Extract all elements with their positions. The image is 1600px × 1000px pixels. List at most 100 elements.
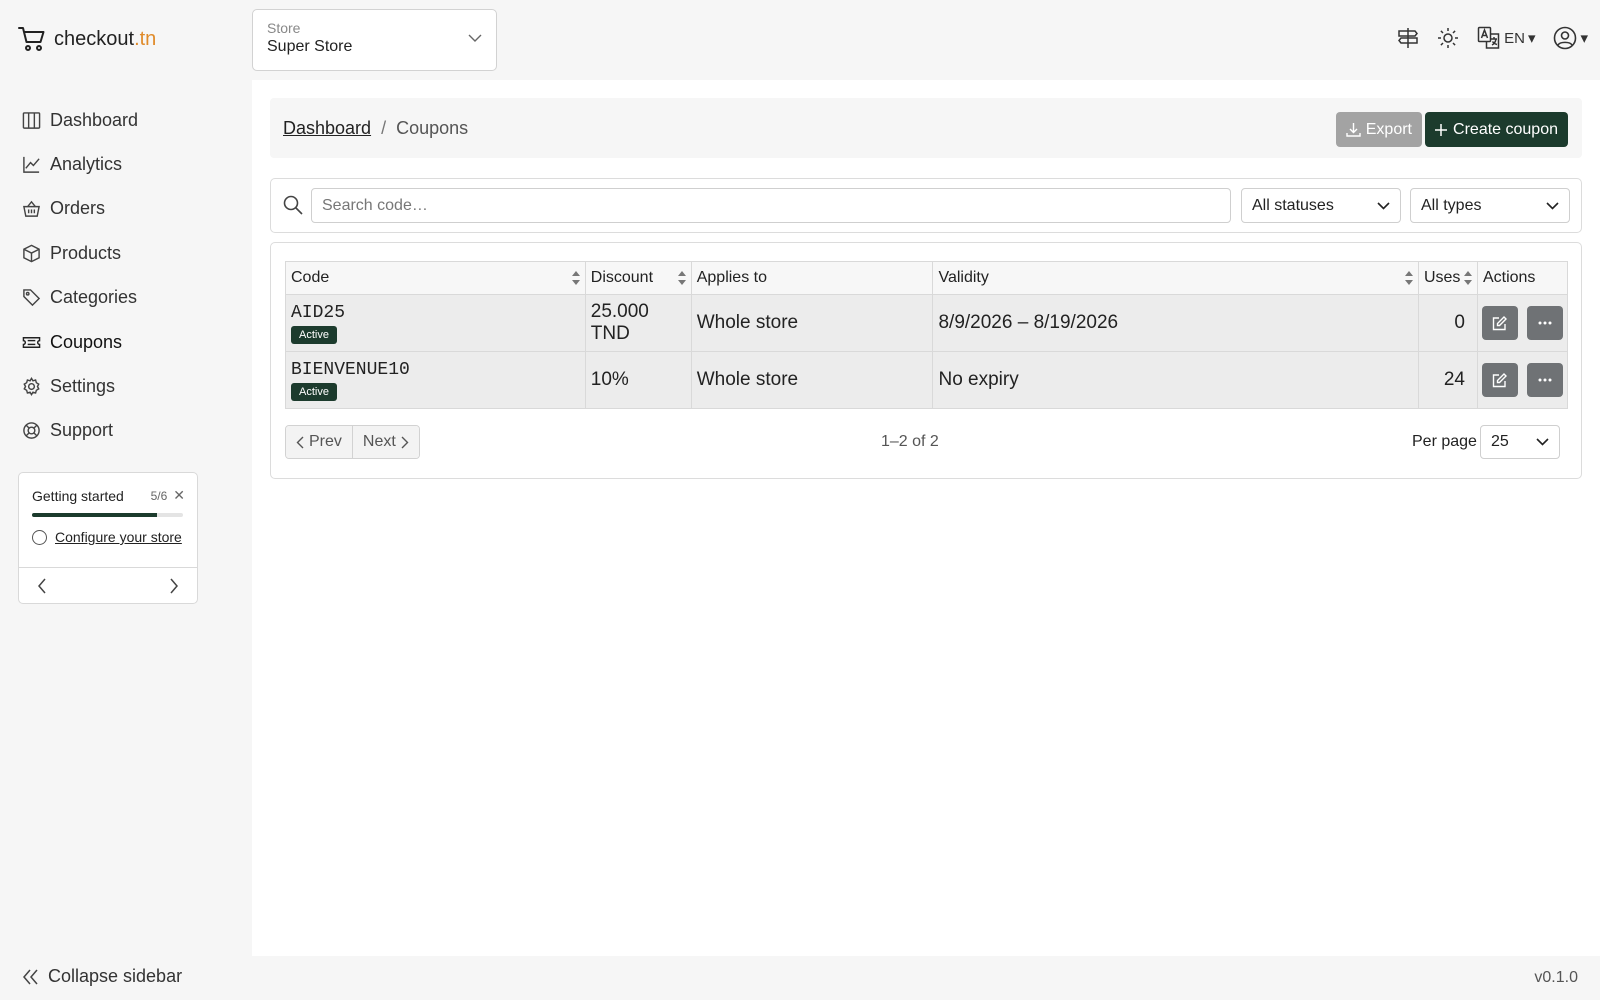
sidebar-item-label: Products [50,242,122,263]
ticket-icon [22,333,41,352]
caret-down-icon: ▾ [1527,30,1536,47]
breadcrumb-dashboard-link[interactable]: Dashboard [283,118,371,139]
status-badge: Active [291,325,337,344]
chevron-right-icon [401,436,409,449]
sidebar-item-products[interactable]: Products [0,231,252,275]
more-actions-button[interactable] [1526,306,1563,340]
sort-icon [1404,271,1413,285]
sidebar-item-label: Coupons [50,331,123,352]
type-filter-select[interactable]: All types [1410,188,1570,223]
prev-page-button[interactable]: Prev [286,426,352,458]
app-version: v0.1.0 [1534,969,1578,986]
store-select-label: Store [267,20,301,36]
chevron-down-icon [468,34,482,43]
pagination-range: 1–2 of 2 [881,433,939,450]
sidebar-item-categories[interactable]: Categories [0,276,252,320]
coupon-code-cell: BIENVENUE10 Active [285,351,586,409]
create-coupon-label: Create coupon [1453,120,1558,138]
status-filter-select[interactable]: All statuses [1241,188,1401,223]
edit-button[interactable] [1481,306,1518,340]
search-icon [283,195,303,215]
sort-icon [1463,271,1472,285]
task-link[interactable]: Configure your store [55,529,182,545]
coupon-uses: 0 [1417,294,1478,352]
more-horizontal-icon [1538,378,1552,382]
edit-button[interactable] [1481,363,1518,397]
column-header-validity[interactable]: Validity [932,261,1419,295]
sort-icon [571,271,580,285]
getting-started-header: Getting started 5/6 ✕ [32,487,185,504]
sidebar-item-label: Orders [50,198,106,219]
coupon-applies-to: Whole store [690,294,934,352]
store-select[interactable]: Store Super Store [252,9,497,71]
more-actions-button[interactable] [1526,363,1563,397]
sidebar-item-orders[interactable]: Orders [0,187,252,231]
signpost-icon[interactable] [1397,27,1419,49]
search-input[interactable] [311,188,1231,223]
next-page-button[interactable]: Next [351,426,419,458]
export-button[interactable]: Export [1335,112,1422,147]
coupon-validity: No expiry [932,351,1419,409]
per-page-value: 25 [1491,433,1509,450]
getting-started-progress [32,513,183,517]
sidebar-item-settings[interactable]: Settings [0,364,252,408]
edit-icon [1492,372,1508,388]
user-circle-icon [1553,26,1577,50]
coupon-code: AID25 [291,302,346,323]
coupon-validity: 8/9/2026 – 8/19/2026 [932,294,1419,352]
table-row: AID25 Active 25.000 TND Whole store 8/9/… [285,294,1569,352]
breadcrumb-current: Coupons [396,118,469,138]
column-header-applies-to: Applies to [690,261,934,295]
close-icon[interactable]: ✕ [173,487,185,504]
filter-bar: All statuses All types [270,178,1582,233]
column-header-discount[interactable]: Discount [584,261,692,295]
collapse-sidebar-button[interactable]: Collapse sidebar [22,966,182,987]
getting-started-nav [19,567,197,603]
status-filter-value: All statuses [1252,196,1334,214]
coupon-uses: 24 [1417,351,1478,409]
progress-fill [32,513,158,517]
chevron-down-icon [1546,201,1559,210]
sidebar-item-dashboard[interactable]: Dashboard [0,98,252,142]
prev-label: Prev [309,433,342,450]
per-page-label: Per page [1412,433,1477,450]
chart-line-icon [22,155,41,174]
page-header: Dashboard / Coupons Export Create coupon [270,98,1582,158]
create-coupon-button[interactable]: Create coupon [1425,112,1568,147]
table-row: BIENVENUE10 Active 10% Whole store No ex… [285,351,1569,409]
lifebuoy-icon [22,421,41,440]
tags-icon [22,288,41,307]
next-label: Next [362,433,396,450]
task-radio[interactable] [32,529,47,545]
sidebar-nav: Dashboard Analytics Orders Products Cate… [0,98,252,453]
language-label: EN [1504,29,1525,47]
export-label: Export [1365,120,1412,138]
logo[interactable]: checkout.tn [18,26,156,52]
sidebar-item-support[interactable]: Support [0,409,252,453]
chevron-left-icon[interactable] [37,578,47,594]
store-select-value: Super Store [267,38,353,55]
language-select[interactable]: EN ▾ [1477,26,1535,50]
collapse-sidebar-label: Collapse sidebar [48,966,183,986]
chevron-right-icon[interactable] [169,578,179,594]
sidebar-item-coupons[interactable]: Coupons [0,320,252,364]
table-header-row: Code Discount Applies to Validity Uses A… [285,261,1569,295]
column-header-uses[interactable]: Uses [1417,261,1478,295]
type-filter-value: All types [1421,196,1482,214]
user-menu[interactable]: ▾ [1553,26,1588,50]
getting-started-count: 5/6 [150,488,168,503]
caret-down-icon: ▾ [1580,30,1588,47]
chevron-down-icon [1536,438,1549,446]
box-icon [22,244,41,263]
per-page-select[interactable]: 25 [1480,425,1560,459]
sun-icon[interactable] [1437,27,1459,49]
coupon-actions [1476,351,1569,409]
getting-started-task[interactable]: Configure your store [32,529,182,545]
coupons-card: Code Discount Applies to Validity Uses A… [270,242,1582,479]
status-badge: Active [291,382,337,401]
column-header-code[interactable]: Code [285,261,586,295]
sidebar-item-analytics[interactable]: Analytics [0,142,252,186]
sidebar-item-label: Analytics [50,154,123,175]
cart-icon [18,26,46,52]
breadcrumb: Dashboard / Coupons [283,118,468,139]
